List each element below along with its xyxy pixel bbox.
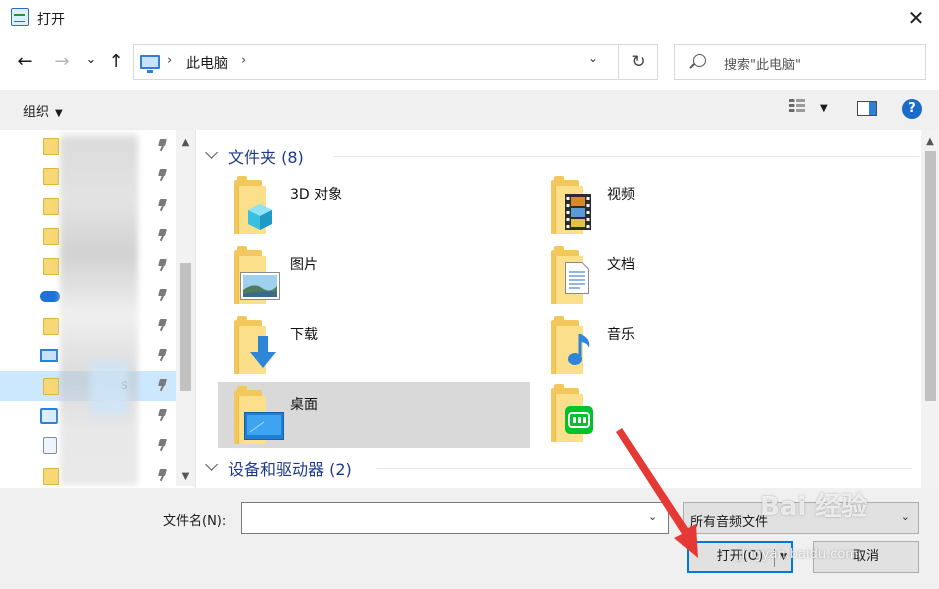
network-icon [40,408,58,424]
music-note-icon [568,334,590,365]
folder-item-documents[interactable]: 文档 [535,246,847,312]
document-icon [565,262,589,294]
scrollbar-thumb[interactable] [925,151,936,401]
recycle-bin-icon [43,437,57,454]
folder-label: 音乐 [607,327,635,343]
collapse-caret-icon[interactable] [205,458,218,471]
folder-icon [43,198,59,215]
back-arrow-icon[interactable]: ← [15,52,35,72]
scroll-up-icon[interactable]: ▲ [921,133,939,151]
refresh-button[interactable]: ↻ [618,45,658,79]
folder-item-desktop[interactable]: 桌面 [218,382,530,448]
folder-icon [43,468,59,485]
this-pc-icon [140,55,160,73]
filename-label: 文件名(N): [163,514,227,529]
film-icon [565,194,591,230]
pin-icon[interactable] [158,259,167,271]
change-view-icon[interactable] [789,99,805,117]
navigation-bar: ← → ⌄ ↑ › 此电脑 › ⌄ ↻ 搜索"此电脑" [0,38,939,88]
folder-label: 下载 [290,327,318,343]
picture-icon [240,272,280,300]
redacted-region [60,130,138,485]
pin-icon[interactable] [158,229,167,241]
annotation-arrow [616,428,698,558]
sidebar-scrollbar[interactable]: ▲ ▼ [176,130,195,486]
pc-icon [40,349,58,362]
folder-icon [43,138,59,155]
app-icon [11,8,29,26]
collapse-caret-icon[interactable] [205,146,218,159]
group-title: 文件夹 (8) [228,148,304,167]
folder-item-videos[interactable]: 视频 [535,176,847,242]
view-options-caret-icon[interactable]: ▼ [820,103,828,114]
folder-icon [43,258,59,275]
folder-label: 桌面 [290,397,318,413]
organize-label: 组织 [23,105,50,120]
scroll-down-icon[interactable]: ▼ [176,468,195,486]
group-title: 设备和驱动器 (2) [228,460,352,479]
folder-item-music[interactable]: 音乐 [535,316,847,382]
preview-pane-icon[interactable] [857,101,877,116]
scroll-up-icon[interactable]: ▲ [176,134,195,152]
window-title: 打开 [37,12,65,28]
breadcrumb-separator[interactable]: › [241,53,246,68]
help-icon[interactable]: ? [902,99,922,119]
forward-arrow-icon[interactable]: → [52,52,72,72]
folder-item-pictures[interactable]: 图片 [218,246,530,312]
address-dropdown-icon[interactable]: ⌄ [578,51,608,73]
title-bar: 打开 ✕ [0,0,939,38]
watermark-url: jingyan.baidu.com [738,547,858,562]
up-arrow-icon[interactable]: ↑ [106,52,126,72]
pin-icon[interactable] [158,469,167,481]
redacted-region [90,360,128,415]
file-list-scrollbar[interactable]: ▲ [921,130,939,488]
folder-label: 图片 [290,257,318,273]
pin-icon[interactable] [158,289,167,301]
address-bar[interactable]: › 此电脑 › ⌄ ↻ [133,44,658,80]
file-list-pane: 文件夹 (8) 3D 对象 视频 图片 文档 下载 音乐 桌面 设备和驱动器 (… [197,130,939,488]
caret-down-icon: ▼ [55,108,63,119]
pin-icon[interactable] [158,319,167,331]
folder-icon [43,168,59,185]
folder-icon [43,228,59,245]
folder-label: 3D 对象 [290,187,343,203]
pin-icon[interactable] [158,439,167,451]
folder-icon [43,318,59,335]
chevron-down-icon: ⌄ [900,510,910,523]
download-arrow-icon [250,336,276,368]
search-icon [693,54,706,67]
folder-item-downloads[interactable]: 下载 [218,316,530,382]
onedrive-icon [40,291,60,302]
desktop-icon [244,412,284,440]
search-input[interactable]: 搜索"此电脑" [724,54,801,73]
pin-icon[interactable] [158,139,167,151]
iqiyi-icon [565,406,593,434]
group-header-folders[interactable]: 文件夹 (8) [205,144,919,168]
breadcrumb-this-pc[interactable]: 此电脑 [186,53,228,73]
folder-label: 视频 [607,187,635,203]
organize-menu-button[interactable]: 组织 ▼ [23,101,63,120]
pin-icon[interactable] [158,409,167,421]
group-header-devices[interactable]: 设备和驱动器 (2) [205,456,912,480]
close-button[interactable]: ✕ [893,0,939,36]
recent-locations-dropdown-icon[interactable]: ⌄ [84,50,98,70]
folder-item-3d-objects[interactable]: 3D 对象 [218,176,530,242]
pin-icon[interactable] [158,169,167,181]
pin-icon[interactable] [158,379,167,391]
pin-icon[interactable] [158,199,167,211]
cube-icon [248,204,272,230]
search-box[interactable]: 搜索"此电脑" [674,44,926,80]
breadcrumb-separator[interactable]: › [167,53,172,68]
scrollbar-thumb[interactable] [180,263,191,391]
folder-label: 文档 [607,257,635,273]
baidu-watermark: Bai 经验 [760,492,868,522]
pin-icon[interactable] [158,349,167,361]
folder-icon [43,378,59,395]
command-toolbar: 组织 ▼ ▼ ? [0,90,939,130]
group-divider [334,156,919,157]
